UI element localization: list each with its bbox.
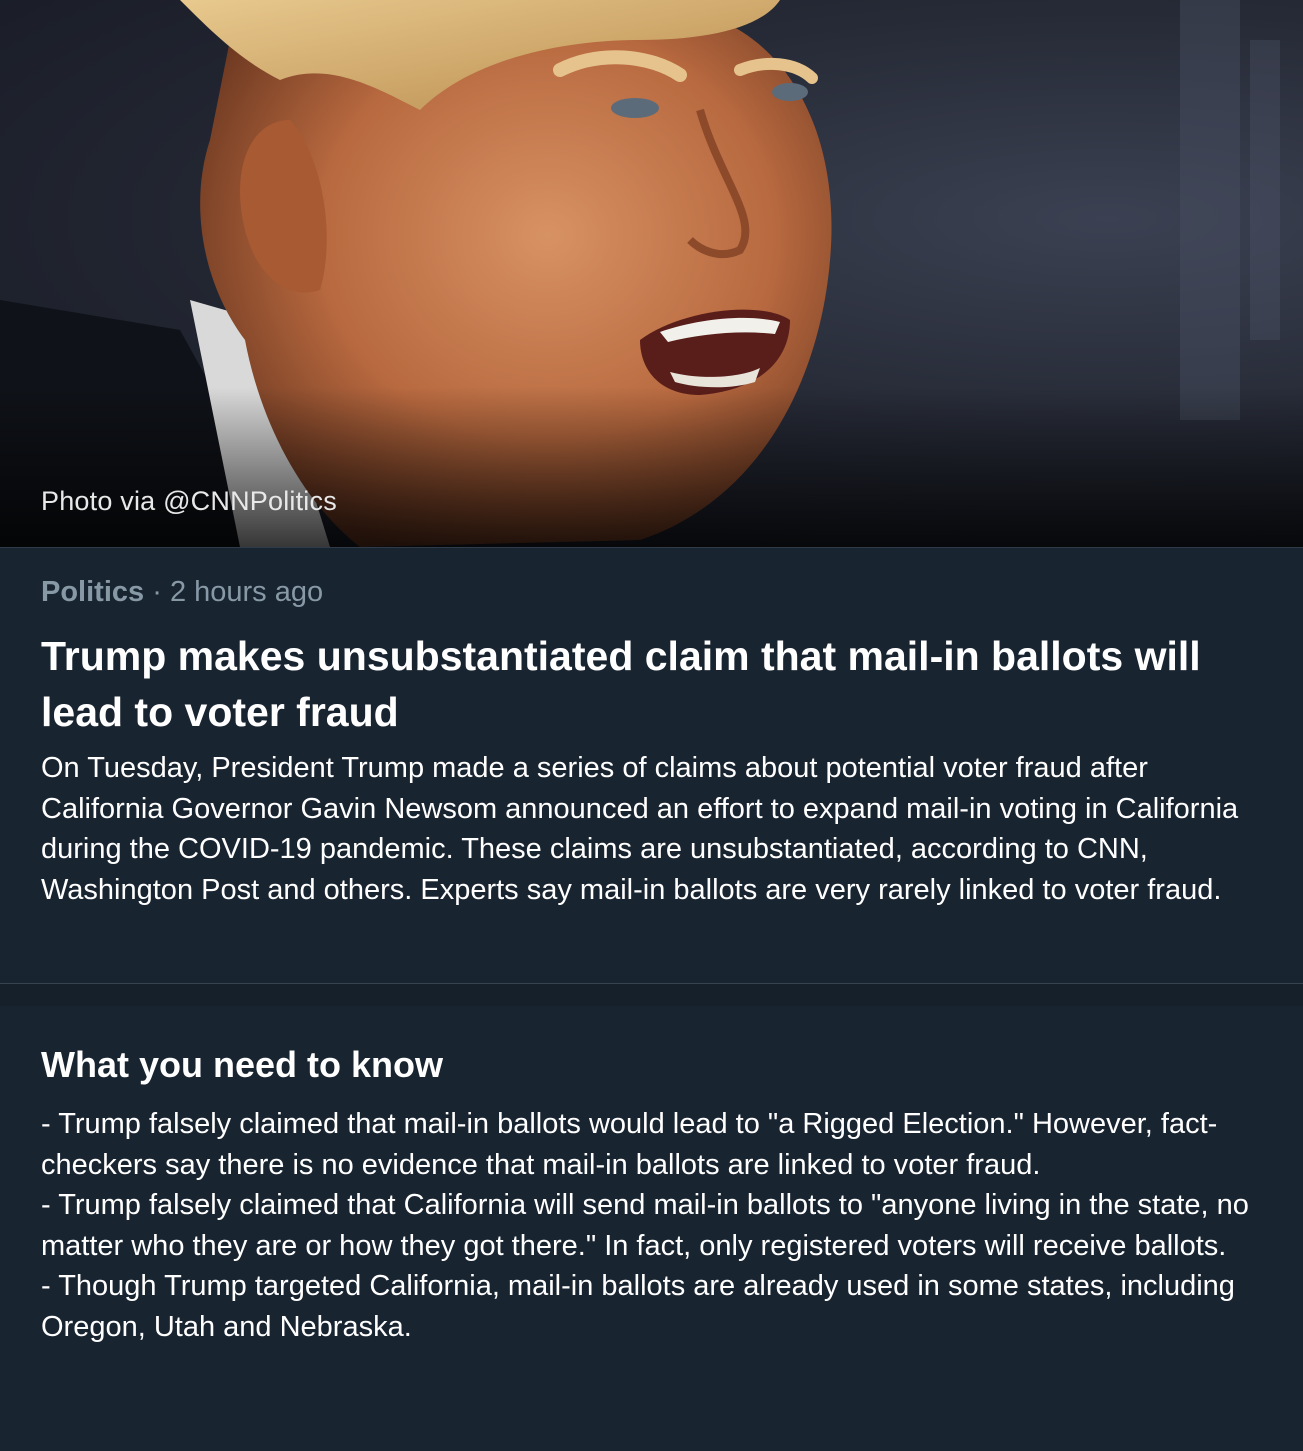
article-meta: Politics · 2 hours ago: [41, 576, 323, 609]
article-summary: On Tuesday, President Trump made a serie…: [41, 752, 1239, 906]
key-points-list: - Trump falsely claimed that mail-in bal…: [41, 1104, 1281, 1348]
article-headline[interactable]: Trump makes unsubstantiated claim that m…: [41, 628, 1241, 740]
image-gradient-overlay: [0, 387, 1303, 547]
what-you-need-to-know-section: What you need to know - Trump falsely cl…: [0, 1006, 1303, 1451]
article-card[interactable]: Politics · 2 hours ago Trump makes unsub…: [0, 547, 1303, 984]
key-point-item: - Trump falsely claimed that mail-in bal…: [41, 1108, 1218, 1181]
article-category[interactable]: Politics: [41, 576, 144, 608]
article-timestamp: 2 hours ago: [169, 576, 324, 608]
article-hero-image[interactable]: Photo via @CNNPolitics: [0, 0, 1303, 547]
section-gap: [0, 984, 1303, 1006]
meta-separator: ·: [144, 576, 170, 608]
section-title: What you need to know: [41, 1044, 443, 1085]
key-point-item: - Trump falsely claimed that California …: [41, 1189, 1249, 1262]
key-point-item: - Though Trump targeted California, mail…: [41, 1270, 1235, 1343]
photo-credit: Photo via @CNNPolitics: [41, 486, 337, 516]
